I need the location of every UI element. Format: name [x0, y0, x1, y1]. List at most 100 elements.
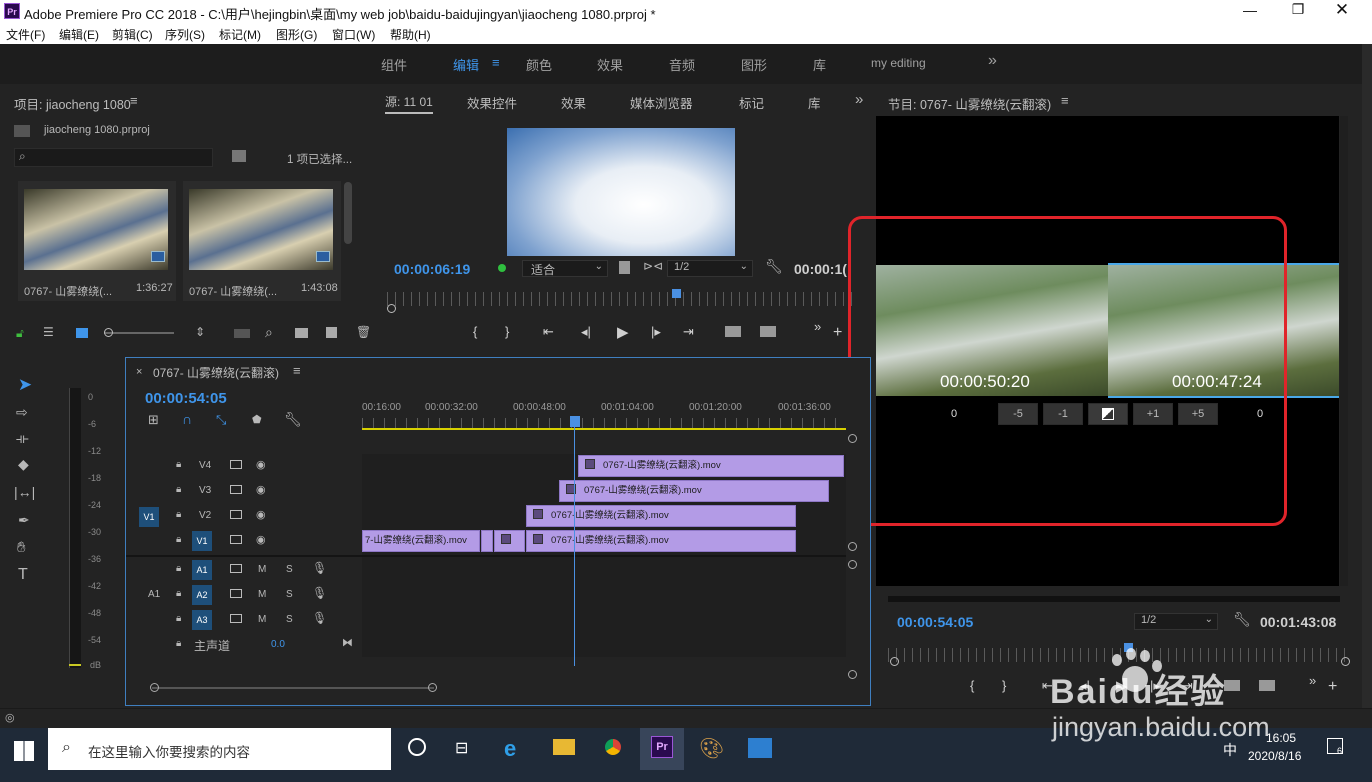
clip-v2[interactable]: 0767-山雾缭绕(云翻滚).mov — [526, 505, 796, 527]
source-patch-v[interactable]: V1 — [139, 507, 159, 527]
hand-tool-icon[interactable]: ✋︎ — [17, 539, 26, 556]
solo-button[interactable]: S — [286, 614, 293, 625]
menu-sequence[interactable]: 序列(S) — [165, 26, 205, 43]
movie-maker-icon[interactable] — [748, 738, 772, 758]
microphone-icon[interactable]: 🎙︎ — [312, 611, 327, 625]
premiere-taskbar-icon[interactable]: Pr — [640, 728, 684, 770]
mute-button[interactable]: M — [258, 589, 266, 600]
work-area-bar[interactable] — [362, 428, 846, 430]
program-scrub-bar[interactable] — [888, 596, 1340, 602]
program-mark-in-button[interactable]: { — [970, 678, 974, 693]
eye-icon[interactable]: ◉ — [256, 483, 266, 496]
sort-icon[interactable]: ⇕ — [195, 325, 205, 339]
find-icon[interactable]: ⌕ — [265, 324, 273, 341]
workspace-color[interactable]: 颜色 — [526, 55, 552, 74]
track-target-a3[interactable]: A3 — [192, 610, 212, 630]
track-target-v1[interactable]: V1 — [192, 531, 212, 551]
menu-window[interactable]: 窗口(W) — [332, 26, 375, 43]
go-to-end-icon[interactable]: ⧓ — [342, 636, 353, 649]
program-wrench-icon[interactable]: 🔧︎ — [1233, 611, 1251, 628]
slip-tool-icon[interactable]: |↔| — [14, 484, 35, 500]
file-explorer-icon[interactable] — [553, 739, 575, 755]
lock-track-icon[interactable]: 🔒︎ — [176, 509, 181, 520]
sync-lock-icon[interactable] — [230, 614, 242, 623]
linked-selection-icon[interactable]: ⤡ — [216, 412, 226, 428]
menu-graphics[interactable]: 图形(G) — [276, 26, 317, 43]
new-item-icon[interactable] — [326, 327, 337, 338]
insert-button[interactable] — [725, 326, 741, 337]
project-item-2[interactable]: 0767- 山雾缭绕(... 1:43:08 — [183, 181, 341, 301]
edge-browser-icon[interactable]: e — [504, 736, 516, 762]
play-button[interactable]: ▶ — [617, 323, 629, 341]
ripple-edit-tool-icon[interactable]: ⟛ — [16, 430, 29, 447]
menu-help[interactable]: 帮助(H) — [390, 26, 431, 43]
settings-icon[interactable] — [619, 261, 630, 274]
snap-icon[interactable]: ∩ — [182, 411, 192, 427]
workspace-graphics[interactable]: 图形 — [741, 55, 767, 74]
workspace-assembly[interactable]: 组件 — [381, 55, 407, 74]
project-panel-menu-icon[interactable]: ≡ — [130, 93, 138, 108]
sync-lock-icon[interactable] — [230, 485, 242, 494]
type-tool-icon[interactable]: T — [18, 566, 28, 584]
track-select-tool-icon[interactable]: ⇨ — [16, 404, 28, 421]
eye-icon[interactable]: ◉ — [256, 533, 266, 546]
mark-in-button[interactable]: { — [473, 324, 477, 339]
wrench-icon[interactable]: 🔧︎ — [765, 258, 783, 275]
vertical-scroll-handle-a[interactable] — [848, 560, 857, 569]
minimize-button[interactable]: — — [1238, 2, 1262, 18]
tab-effect-controls[interactable]: 效果控件 — [467, 93, 517, 112]
mute-button[interactable]: M — [258, 564, 266, 575]
menu-clip[interactable]: 剪辑(C) — [112, 26, 153, 43]
go-to-in-button[interactable]: ⇤ — [543, 324, 554, 340]
lock-track-icon[interactable]: 🔒︎ — [176, 484, 181, 495]
clip-v1-gap[interactable] — [481, 530, 493, 552]
playback-settings-icon[interactable]: ⊳⊲ — [643, 259, 663, 273]
workspace-audio[interactable]: 音频 — [669, 55, 695, 74]
overwrite-button[interactable] — [760, 326, 776, 337]
project-tab[interactable]: 项目: jiaocheng 1080 — [14, 94, 131, 113]
add-marker-icon[interactable]: ⬟ — [252, 413, 262, 426]
menu-edit[interactable]: 编辑(E) — [59, 26, 99, 43]
program-tab[interactable]: 节目: 0767- 山雾缭绕(云翻滚) — [888, 94, 1051, 113]
solo-button[interactable]: S — [286, 589, 293, 600]
mute-button[interactable]: M — [258, 614, 266, 625]
tab-media-browser[interactable]: 媒体浏览器 — [630, 93, 693, 112]
program-panel-menu-icon[interactable]: ≡ — [1061, 93, 1069, 108]
project-scrollbar[interactable] — [344, 182, 352, 244]
taskbar-search[interactable]: ⌕ 在这里输入你要搜索的内容 — [48, 728, 391, 770]
sequence-menu-icon[interactable]: ≡ — [293, 363, 301, 378]
program-mark-out-button[interactable]: } — [1002, 678, 1006, 693]
program-scrub-start-handle[interactable] — [890, 657, 899, 666]
clip-v1-small[interactable] — [494, 530, 525, 552]
track-target-a1[interactable]: A1 — [192, 560, 212, 580]
overflow-controls-icon[interactable]: » — [814, 319, 821, 334]
pen-tool-icon[interactable]: ✒ — [18, 512, 30, 529]
tab-libraries[interactable]: 库 — [808, 93, 821, 112]
menu-file[interactable]: 文件(F) — [6, 26, 45, 43]
sync-lock-icon[interactable] — [230, 510, 242, 519]
zoom-slider[interactable] — [104, 332, 174, 334]
menu-marker[interactable]: 标记(M) — [219, 26, 261, 43]
close-sequence-icon[interactable]: × — [136, 366, 142, 378]
workspace-editing[interactable]: 编辑 — [453, 55, 479, 74]
go-to-out-button[interactable]: ⇥ — [683, 324, 694, 340]
project-search-input[interactable]: ⌕ — [14, 148, 213, 167]
program-timecode[interactable]: 00:00:54:05 — [897, 614, 973, 630]
clip-v1-b[interactable]: 0767-山雾缭绕(云翻滚).mov — [526, 530, 796, 552]
selection-tool-icon[interactable]: ➤ — [14, 375, 36, 397]
lock-track-icon[interactable]: 🔒︎ — [176, 459, 181, 470]
mark-out-button[interactable]: } — [505, 324, 509, 339]
tab-effects[interactable]: 效果 — [561, 93, 586, 112]
nest-icon[interactable]: ⊞ — [148, 412, 159, 428]
lock-track-icon[interactable]: 🔒︎ — [176, 588, 181, 599]
time-ruler[interactable] — [362, 418, 846, 428]
panel-overflow-icon[interactable]: » — [855, 91, 863, 108]
eye-icon[interactable]: ◉ — [256, 508, 266, 521]
timeline-settings-icon[interactable]: 🔧︎ — [284, 411, 302, 428]
lock-track-icon[interactable]: 🔒︎ — [176, 613, 181, 624]
sync-lock-icon[interactable] — [230, 564, 242, 573]
timeline-playhead-head[interactable] — [570, 416, 580, 427]
solo-button[interactable]: S — [286, 564, 293, 575]
sequence-tab[interactable]: 0767- 山雾缭绕(云翻滚) — [153, 364, 279, 381]
windows-start-icon[interactable] — [14, 741, 34, 761]
